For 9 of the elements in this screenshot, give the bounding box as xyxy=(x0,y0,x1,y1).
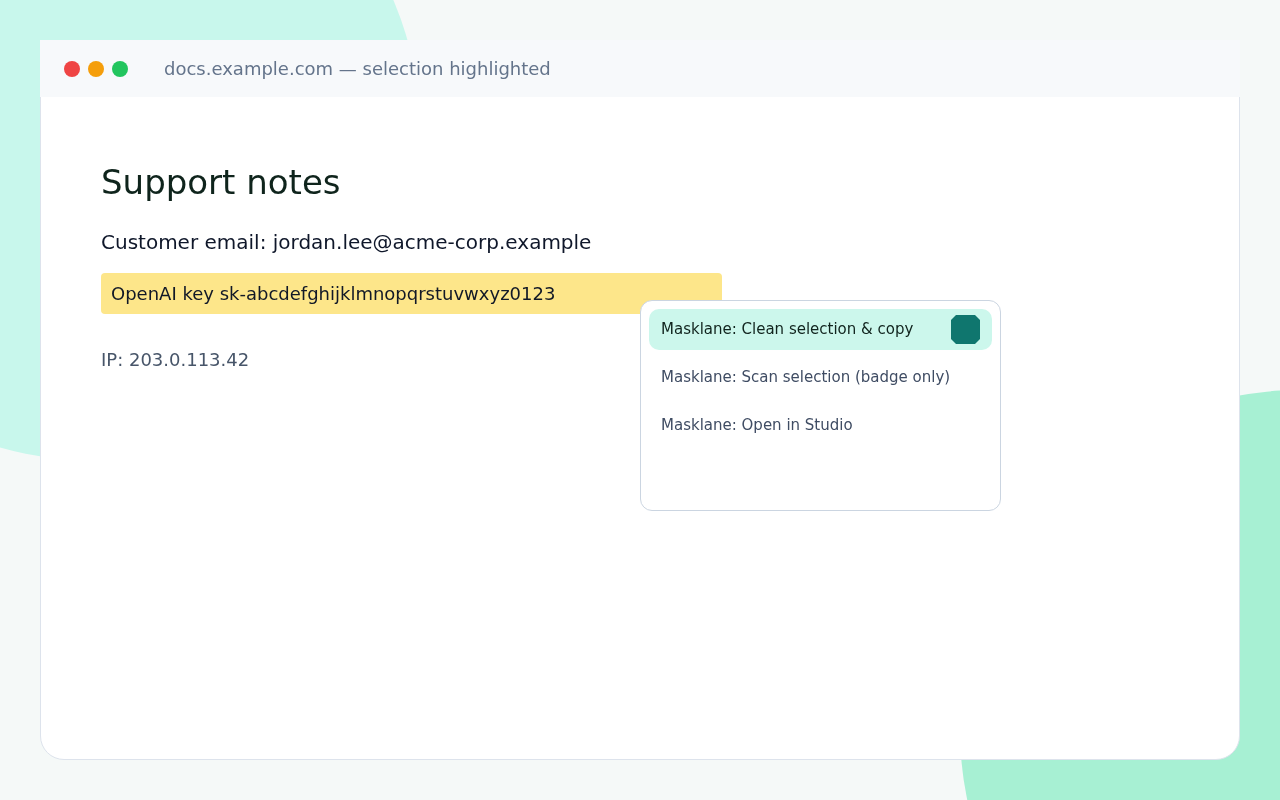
menu-item[interactable]: Masklane: Clean selection & copy xyxy=(649,309,992,350)
menu-item[interactable]: Masklane: Scan selection (badge only) xyxy=(649,357,992,398)
selected-text: OpenAI key sk-abcdefghijklmnopqrstuvwxyz0123 xyxy=(101,273,722,314)
octagon-icon xyxy=(951,315,980,344)
email-line: Customer email: jordan.lee@acme-corp.example xyxy=(101,229,592,256)
window-title: docs.example.com — selection highlighted xyxy=(164,57,551,81)
page-heading: Support notes xyxy=(101,165,341,199)
menu-item[interactable]: Masklane: Open in Studio xyxy=(649,405,992,446)
ip-line: IP: 203.0.113.42 xyxy=(101,348,250,372)
